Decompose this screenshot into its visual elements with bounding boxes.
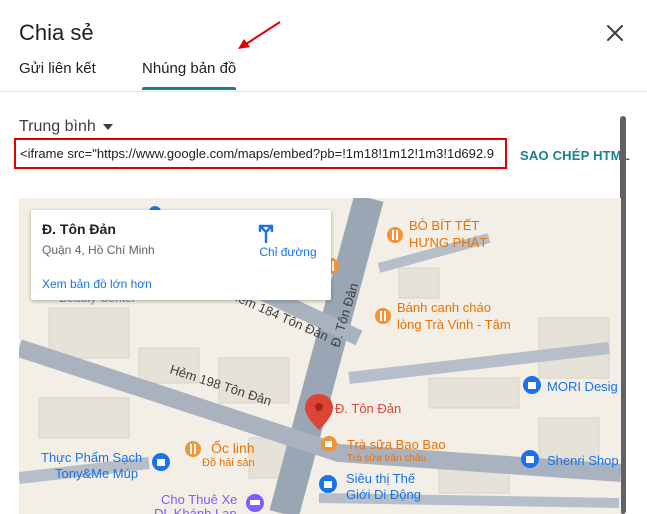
directions-label: Chỉ đường (259, 245, 317, 259)
active-tab-indicator (142, 87, 236, 90)
restaurant-icon[interactable] (387, 227, 403, 243)
poi-sieu-thi-2: Giới Di Động (346, 487, 421, 502)
tab-bar: Gửi liên kết Nhúng bản đồ (0, 52, 647, 92)
shopping-icon[interactable] (521, 450, 539, 468)
poi-bo-bit-tet: BÒ BÍT TẾT (409, 218, 479, 233)
poi-shenri: Shenri Shop (547, 453, 619, 468)
poi-oc-linh-sub: Đồ hải sản (202, 457, 255, 469)
poi-banh-canh: Bánh canh cháo (397, 300, 491, 315)
embed-code-field[interactable]: <iframe src="https://www.google.com/maps… (14, 138, 507, 169)
poi-bo-bit-tet-2: HƯNG PHÁT (409, 235, 487, 250)
poi-oc-linh: Ốc linh (211, 439, 255, 456)
directions-button[interactable]: Chỉ đường (255, 221, 321, 259)
restaurant-icon[interactable] (185, 441, 201, 457)
dropdown-arrow-icon (102, 124, 113, 130)
map-embed[interactable]: Đ. Tôn Đản Hẻm 184 Tôn Đản Hẻm 198 Tôn Đ… (19, 198, 621, 514)
size-select-value: Trung bình (19, 118, 96, 135)
close-icon (607, 25, 623, 41)
shopping-icon[interactable] (152, 453, 170, 471)
place-title: Đ. Tôn Đản (42, 221, 116, 237)
poi-cho-thue-xe: Cho Thuê Xe (161, 492, 237, 507)
tab-embed-map[interactable]: Nhúng bản đồ (142, 60, 236, 77)
poi-tra-sua: Trà sữa Bao Bao (347, 437, 446, 452)
poi-thuc-pham-2: Tony&Me Múp (55, 466, 138, 481)
poi-banh-canh-2: lòng Trà Vinh - Tâm (397, 317, 511, 332)
cafe-icon[interactable] (321, 436, 337, 452)
poi-cho-thue-xe-2: DL Khánh Lan (154, 506, 237, 514)
poi-thuc-pham: Thực Phẩm Sạch (41, 450, 142, 465)
dialog-title: Chia sẻ (19, 20, 94, 45)
pin-label: Đ. Tôn Đản (335, 401, 401, 416)
tab-send-link[interactable]: Gửi liên kết (19, 60, 96, 77)
poi-sieu-thi: Siêu thị Thế (346, 471, 416, 486)
size-select[interactable]: Trung bình (19, 118, 114, 136)
place-address: Quận 4, Hồ Chí Minh (42, 243, 155, 257)
poi-mori: MORI Desig (547, 379, 618, 394)
place-info-card: Đ. Tôn Đản Quận 4, Hồ Chí Minh Xem bản đ… (31, 210, 331, 300)
directions-icon (258, 224, 274, 243)
shopping-icon[interactable] (319, 475, 337, 493)
poi-tra-sua-sub: Trà sữa trân châu (347, 453, 426, 464)
copy-html-button[interactable]: SAO CHÉP HTML (520, 148, 630, 163)
car-rental-icon[interactable] (246, 494, 264, 512)
close-button[interactable] (600, 18, 630, 48)
view-larger-map-link[interactable]: Xem bản đồ lớn hơn (42, 277, 152, 291)
shopping-icon[interactable] (523, 376, 541, 394)
annotation-arrow-icon (238, 21, 281, 49)
restaurant-icon[interactable] (375, 308, 391, 324)
